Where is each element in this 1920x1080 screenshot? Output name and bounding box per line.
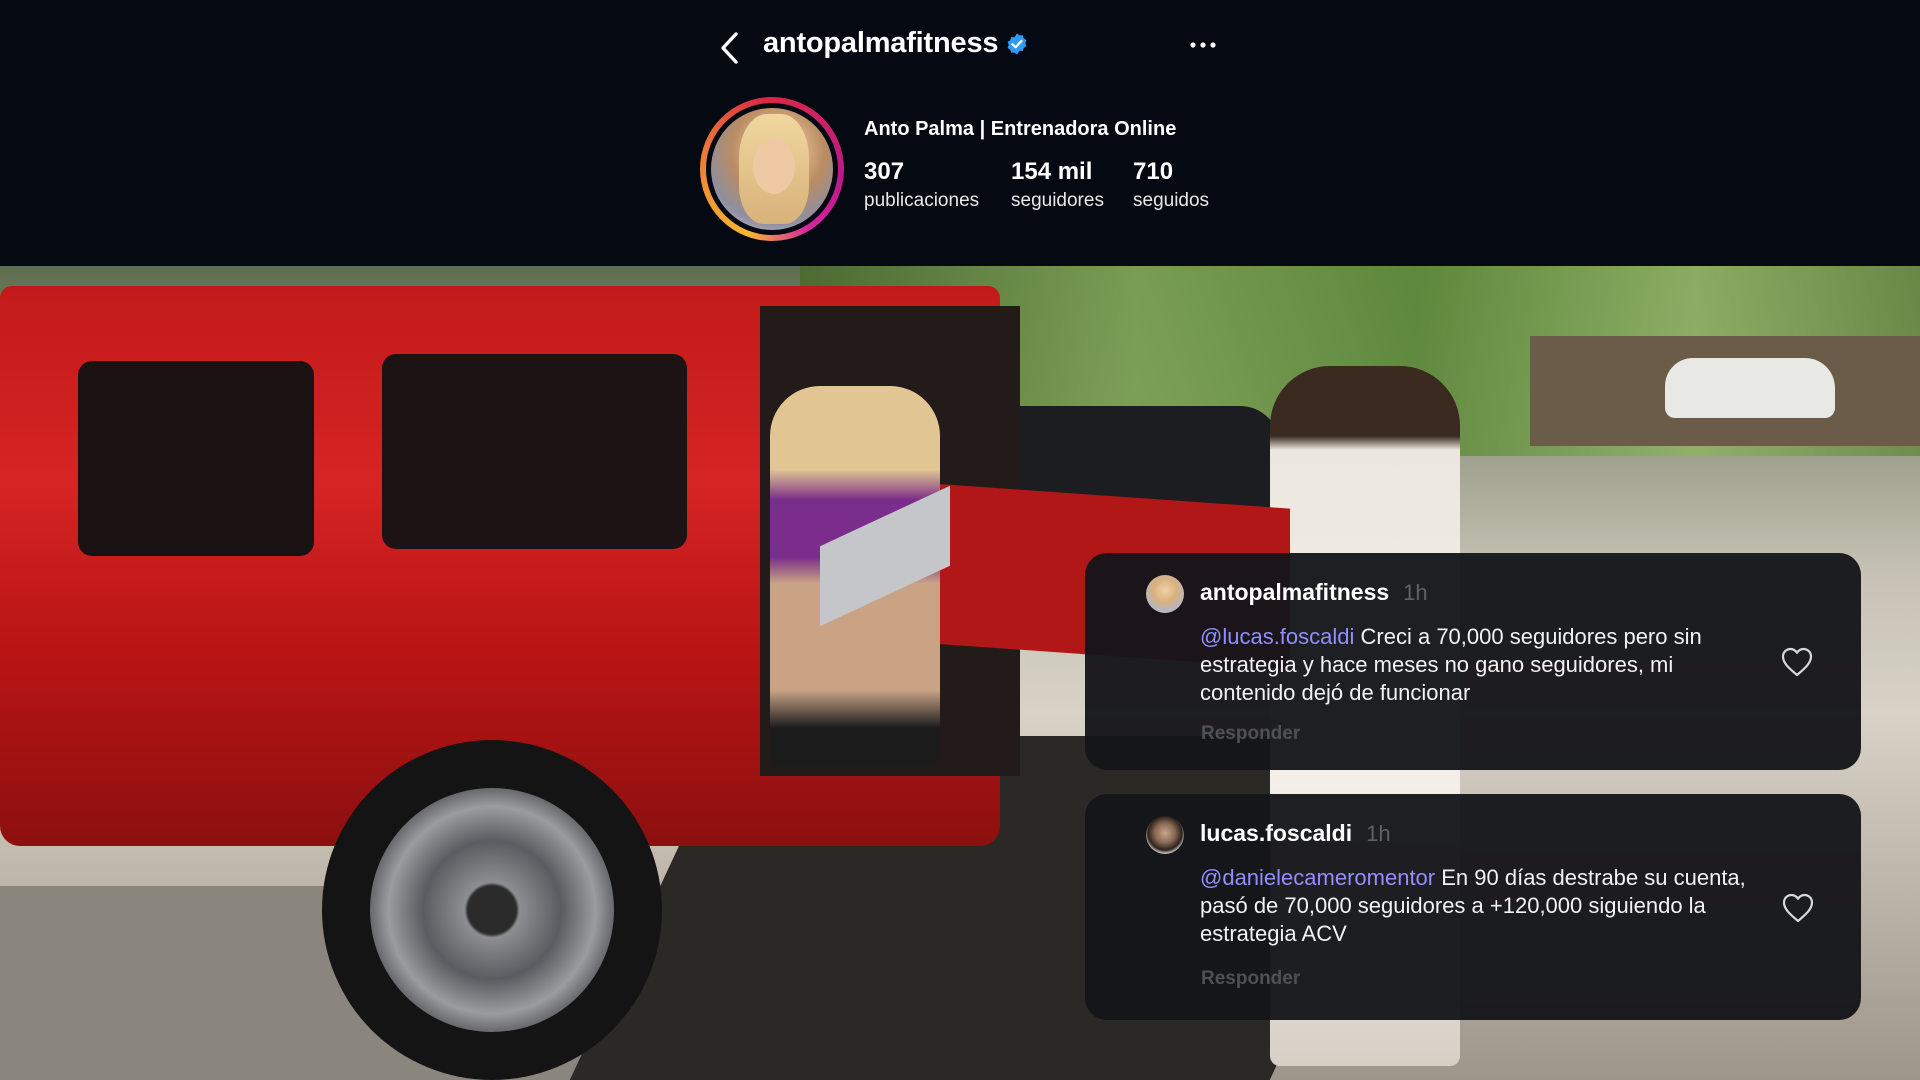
comment-header: lucas.foscaldi 1h xyxy=(1200,820,1391,847)
chevron-left-icon xyxy=(721,32,738,64)
profile-avatar[interactable] xyxy=(700,97,844,241)
stat-followers-count: 154 mil xyxy=(1011,158,1093,185)
stat-following-count: 710 xyxy=(1133,158,1174,185)
comment-header: antopalmafitness 1h xyxy=(1200,579,1428,606)
avatar-photo xyxy=(711,108,833,230)
profile-title: antopalmafitness xyxy=(763,27,1029,60)
more-horizontal-icon xyxy=(1190,42,1216,48)
reply-button[interactable]: Responder xyxy=(1201,968,1300,990)
comment-time: 1h xyxy=(1366,821,1391,846)
profile-username: antopalmafitness xyxy=(763,27,999,59)
comment-card: antopalmafitness 1h @lucas.foscaldi Creci… xyxy=(1085,553,1861,770)
stat-posts-label: publicaciones xyxy=(864,190,980,211)
back-button[interactable] xyxy=(713,28,749,68)
stat-followers[interactable]: 154 mil seguidores xyxy=(1011,158,1104,212)
comment-mention[interactable]: @lucas.foscaldi xyxy=(1200,624,1354,649)
comment-mention[interactable]: @danielecameromentor xyxy=(1200,865,1435,890)
comment-username[interactable]: lucas.foscaldi xyxy=(1200,820,1352,846)
profile-header: antopalmafitness Anto Palma | Entrenador… xyxy=(0,0,1920,266)
comment-text: @lucas.foscaldi Creci a 70,000 seguidore… xyxy=(1200,623,1760,707)
more-options-button[interactable] xyxy=(1188,36,1218,54)
comment-username[interactable]: antopalmafitness xyxy=(1200,579,1389,605)
stat-posts[interactable]: 307 publicaciones xyxy=(864,158,979,212)
stat-following-label: seguidos xyxy=(1133,190,1210,211)
heart-icon[interactable] xyxy=(1781,892,1815,924)
heart-icon[interactable] xyxy=(1780,646,1814,678)
stat-followers-label: seguidores xyxy=(1011,190,1104,211)
reply-button[interactable]: Responder xyxy=(1201,723,1300,745)
jeep-wheel xyxy=(322,740,662,1080)
comment-card: lucas.foscaldi 1h @danielecameromentor En… xyxy=(1085,794,1861,1020)
white-suv xyxy=(1665,358,1835,418)
comment-text: @danielecameromentor En 90 días destrabe… xyxy=(1200,864,1760,948)
comment-avatar[interactable] xyxy=(1146,575,1184,613)
comment-time: 1h xyxy=(1403,580,1428,605)
verified-badge-icon xyxy=(1007,33,1027,54)
stat-following[interactable]: 710 seguidos xyxy=(1133,158,1209,212)
stat-posts-count: 307 xyxy=(864,158,905,185)
comment-avatar[interactable] xyxy=(1146,816,1184,854)
profile-full-name: Anto Palma | Entrenadora Online xyxy=(864,118,1177,140)
